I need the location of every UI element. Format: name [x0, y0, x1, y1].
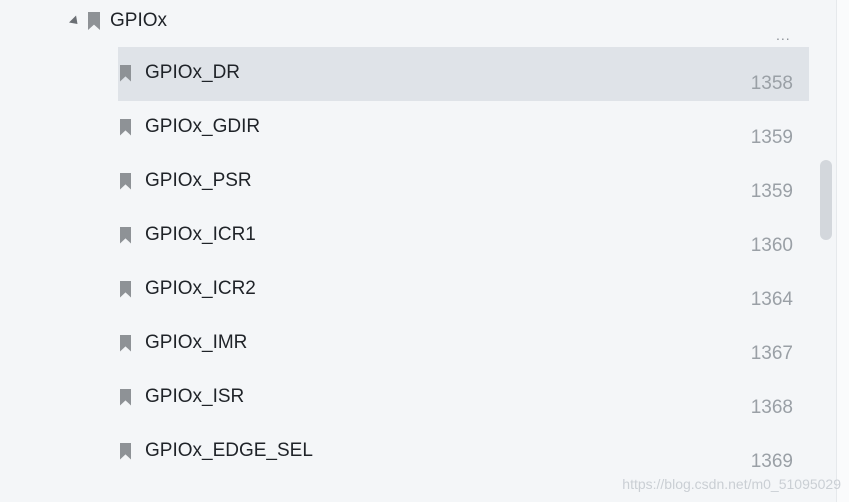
bookmark-icon [120, 226, 131, 244]
bookmark-list: GPIOx_DR 1358 GPIOx_GDIR 1359 GPIOx_PSR … [118, 47, 809, 479]
page-number: 1367 [750, 343, 793, 364]
bookmark-icon [120, 64, 131, 82]
bookmark-item-gpiox-icr2[interactable]: GPIOx_ICR2 1364 [118, 263, 809, 317]
page-number: 1359 [750, 127, 793, 148]
panel-edge [836, 0, 849, 502]
page-number: 1358 [750, 73, 793, 94]
page-number: 1369 [750, 451, 793, 472]
bookmark-item-gpiox-icr1[interactable]: GPIOx_ICR1 1360 [118, 209, 809, 263]
bookmarks-panel: GPIOx ... GPIOx_DR 1358 GPIOx_GDIR 1359 … [0, 0, 849, 502]
bookmark-item-gpiox-dr[interactable]: GPIOx_DR 1358 [118, 47, 809, 101]
bookmark-item-gpiox-isr[interactable]: GPIOx_ISR 1368 [118, 371, 809, 425]
bookmark-icon [120, 172, 131, 190]
bookmark-icon [120, 118, 131, 136]
page-number: 1368 [750, 397, 793, 418]
bookmark-label: GPIOx_ICR1 [145, 224, 256, 245]
page-number: 1360 [750, 235, 793, 256]
bookmark-item-gpiox-imr[interactable]: GPIOx_IMR 1367 [118, 317, 809, 371]
bookmark-label: GPIOx_ISR [145, 386, 245, 407]
bookmark-icon [120, 442, 131, 460]
tree-node-gpiox[interactable]: GPIOx [68, 8, 168, 34]
bookmark-item-gpiox-psr[interactable]: GPIOx_PSR 1359 [118, 155, 809, 209]
bookmark-label: GPIOx_IMR [145, 332, 248, 353]
bookmark-icon [120, 334, 131, 352]
bookmark-item-gpiox-gdir[interactable]: GPIOx_GDIR 1359 [118, 101, 809, 155]
page-number: 1359 [750, 181, 793, 202]
bookmark-icon [120, 280, 131, 298]
more-options-button[interactable]: ... [776, 27, 791, 43]
page-number: 1364 [750, 289, 793, 310]
bookmark-item-gpiox-edge-sel[interactable]: GPIOx_EDGE_SEL 1369 [118, 425, 809, 479]
bookmark-label: GPIOx_EDGE_SEL [145, 440, 313, 461]
bookmark-label: GPIOx_DR [145, 62, 241, 83]
triangle-down-icon[interactable] [68, 14, 82, 28]
tree-node-label: GPIOx [110, 10, 168, 31]
vertical-scrollbar-thumb[interactable] [820, 160, 832, 240]
bookmark-icon [88, 12, 100, 30]
bookmark-label: GPIOx_PSR [145, 170, 252, 191]
watermark: https://blog.csdn.net/m0_51095029 [622, 476, 841, 492]
bookmark-label: GPIOx_ICR2 [145, 278, 256, 299]
bookmark-icon [120, 388, 131, 406]
bookmark-label: GPIOx_GDIR [145, 116, 261, 137]
